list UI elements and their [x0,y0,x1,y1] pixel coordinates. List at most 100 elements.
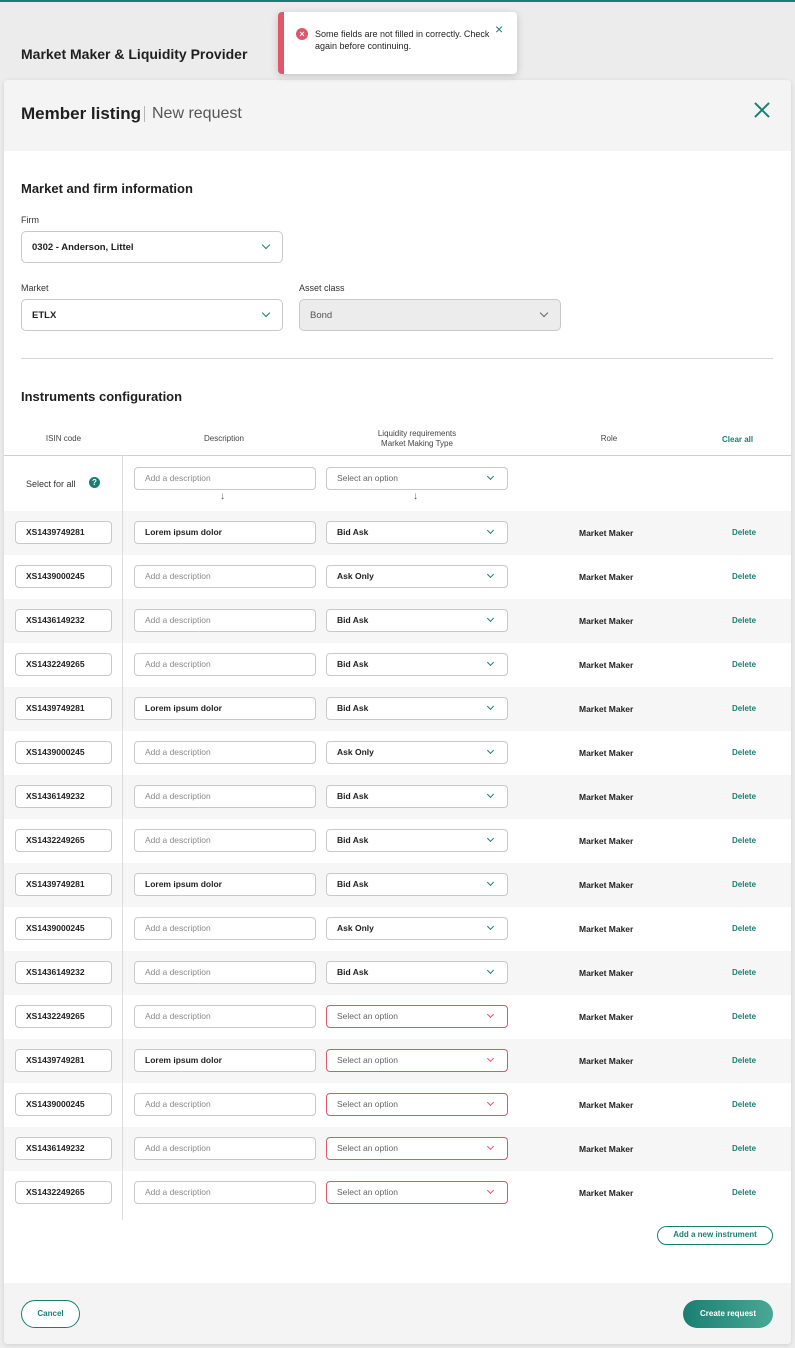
market-making-type-select[interactable]: Select an option [326,1005,508,1028]
isin-input[interactable]: XS1432249265 [15,829,112,852]
market-value: ETLX [32,310,57,321]
isin-input[interactable]: XS1439000245 [15,565,112,588]
market-making-type-value: Ask Only [337,747,374,757]
description-input[interactable]: Lorem ipsum dolor [134,1049,316,1072]
help-icon[interactable]: ? [89,477,100,488]
isin-input[interactable]: XS1432249265 [15,653,112,676]
description-input[interactable]: Lorem ipsum dolor [134,697,316,720]
delete-link[interactable]: Delete [732,1100,756,1109]
delete-link[interactable]: Delete [732,792,756,801]
header-liquidity-line1: Liquidity requirements [377,429,457,438]
delete-link[interactable]: Delete [732,1188,756,1197]
isin-input[interactable]: XS1439749281 [15,521,112,544]
isin-input[interactable]: XS1436149232 [15,609,112,632]
market-making-type-select[interactable]: Bid Ask [326,609,508,632]
modal-header: Member listing New request [4,80,791,151]
market-making-type-select[interactable]: Select an option [326,1049,508,1072]
market-making-type-value: Ask Only [337,571,374,581]
delete-link[interactable]: Delete [732,528,756,537]
market-making-type-select[interactable]: Select an option [326,1137,508,1160]
add-instrument-button[interactable]: Add a new instrument [657,1226,773,1245]
close-icon[interactable] [752,100,772,120]
asset-class-label: Asset class [299,283,345,293]
isin-input[interactable]: XS1439000245 [15,917,112,940]
role-value: Market Maker [579,1056,634,1066]
select-all-type-select[interactable]: Select an option [326,467,508,490]
description-input[interactable]: Add a description [134,609,316,632]
clear-all-link[interactable]: Clear all [722,435,753,444]
market-making-type-select[interactable]: Bid Ask [326,873,508,896]
delete-link[interactable]: Delete [732,1056,756,1065]
toast-close-icon[interactable]: × [495,21,503,37]
description-input[interactable]: Add a description [134,565,316,588]
market-making-type-select[interactable]: Ask Only [326,917,508,940]
delete-link[interactable]: Delete [732,572,756,581]
description-input[interactable]: Add a description [134,961,316,984]
description-input[interactable]: Add a description [134,785,316,808]
isin-input[interactable]: XS1439000245 [15,741,112,764]
isin-input[interactable]: XS1439000245 [15,1093,112,1116]
description-input[interactable]: Add a description [134,1181,316,1204]
description-input[interactable]: Add a description [134,741,316,764]
isin-input[interactable]: XS1439749281 [15,1049,112,1072]
create-request-button[interactable]: Create request [683,1300,773,1328]
market-making-type-select[interactable]: Bid Ask [326,521,508,544]
chevron-down-icon [486,658,495,667]
description-input[interactable]: Add a description [134,1093,316,1116]
chevron-down-icon [486,1186,495,1195]
delete-link[interactable]: Delete [732,880,756,889]
isin-input[interactable]: XS1432249265 [15,1005,112,1028]
market-making-type-value: Bid Ask [337,879,369,889]
description-input[interactable]: Add a description [134,1005,316,1028]
market-making-type-select[interactable]: Bid Ask [326,697,508,720]
cancel-button[interactable]: Cancel [21,1300,80,1328]
market-making-type-select[interactable]: Bid Ask [326,829,508,852]
market-making-type-select[interactable]: Select an option [326,1181,508,1204]
delete-link[interactable]: Delete [732,1012,756,1021]
role-value: Market Maker [579,1100,634,1110]
role-value: Market Maker [579,924,634,934]
description-input[interactable]: Add a description [134,829,316,852]
market-making-type-select[interactable]: Bid Ask [326,961,508,984]
market-select[interactable]: ETLX [21,299,283,331]
delete-link[interactable]: Delete [732,924,756,933]
select-all-description-input[interactable]: Add a description [134,467,316,490]
market-making-type-select[interactable]: Bid Ask [326,653,508,676]
delete-link[interactable]: Delete [732,660,756,669]
delete-link[interactable]: Delete [732,836,756,845]
header-description: Description [203,434,244,443]
market-making-type-select[interactable]: Ask Only [326,565,508,588]
market-making-type-select[interactable]: Bid Ask [326,785,508,808]
delete-link[interactable]: Delete [732,704,756,713]
market-making-type-select[interactable]: Select an option [326,1093,508,1116]
delete-link[interactable]: Delete [732,1144,756,1153]
arrow-down-icon: ↓ [413,491,418,502]
description-input[interactable]: Add a description [134,653,316,676]
market-making-type-value: Ask Only [337,923,374,933]
isin-input[interactable]: XS1439749281 [15,697,112,720]
delete-link[interactable]: Delete [732,748,756,757]
isin-input[interactable]: XS1436149232 [15,961,112,984]
isin-input[interactable]: XS1439749281 [15,873,112,896]
market-making-type-select[interactable]: Ask Only [326,741,508,764]
role-value: Market Maker [579,792,634,802]
chevron-down-icon [486,746,495,755]
role-value: Market Maker [579,968,634,978]
isin-input[interactable]: XS1436149232 [15,1137,112,1160]
chevron-down-icon [486,1142,495,1151]
delete-link[interactable]: Delete [732,616,756,625]
chevron-down-icon [261,240,271,250]
description-input[interactable]: Lorem ipsum dolor [134,873,316,896]
isin-input[interactable]: XS1432249265 [15,1181,112,1204]
market-making-type-value: Select an option [337,1055,398,1065]
description-input[interactable]: Add a description [134,1137,316,1160]
market-making-type-value: Bid Ask [337,791,369,801]
description-input[interactable]: Lorem ipsum dolor [134,521,316,544]
instruments-section-title: Instruments configuration [21,389,183,404]
market-making-type-value: Select an option [337,1143,398,1153]
delete-link[interactable]: Delete [732,968,756,977]
firm-select[interactable]: 0302 - Anderson, Littel [21,231,283,263]
isin-input[interactable]: XS1436149232 [15,785,112,808]
member-listing-modal: Member listing New request Market and fi… [4,80,791,1344]
description-input[interactable]: Add a description [134,917,316,940]
